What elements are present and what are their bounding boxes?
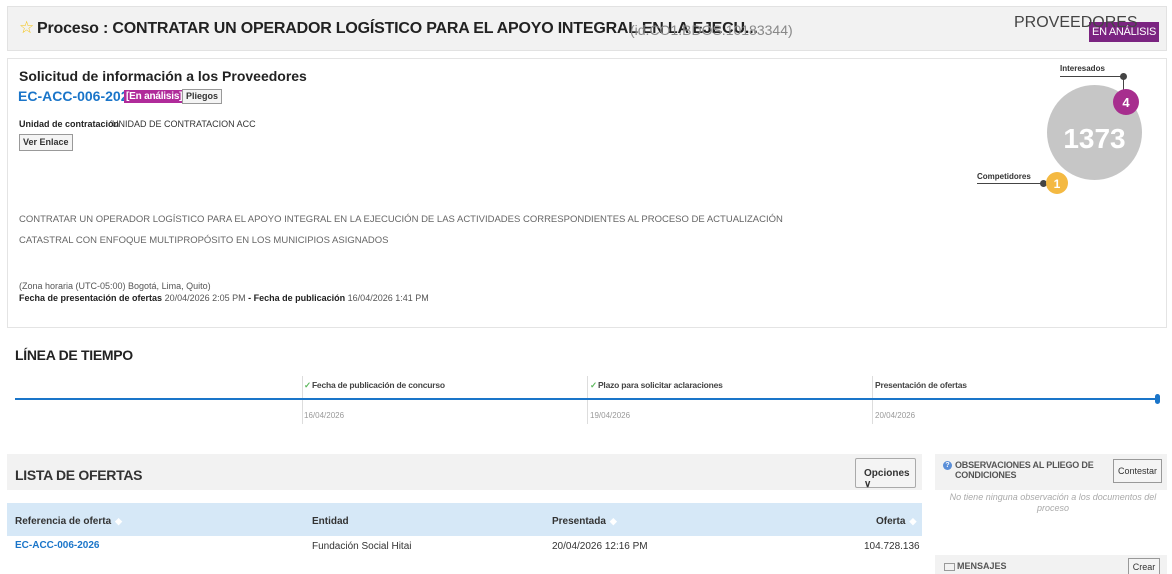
timeline-milestone-date: 19/04/2026 [590, 411, 631, 420]
options-dropdown-button[interactable]: Opciones ∨ [855, 458, 916, 490]
offer-date-label: Fecha de presentación de ofertas [19, 293, 163, 303]
interested-leader-line [1060, 76, 1124, 77]
timeline-milestone-label: Presentación de ofertas [875, 380, 967, 390]
column-header-reference[interactable]: Referencia de oferta ◆ [15, 516, 122, 527]
envelope-icon [944, 563, 955, 571]
timeline-milestone-date: 20/04/2026 [875, 411, 916, 420]
offer-submitted: 20/04/2026 12:16 PM [552, 541, 648, 552]
offer-entity: Fundación Social Hitai [312, 541, 412, 552]
timeline-separator [872, 376, 873, 424]
offer-date-value: 20/04/2026 2:05 PM [164, 293, 246, 303]
chevron-down-icon: ∨ [864, 479, 872, 490]
column-header-amount[interactable]: Oferta ◆ [876, 516, 916, 527]
rfi-title: Solicitud de información a los Proveedor… [19, 68, 307, 84]
options-label: Opciones [864, 468, 910, 479]
column-header-entity: Entidad [312, 516, 349, 527]
providers-title: PROVEEDORES [1014, 14, 1138, 31]
sort-icon[interactable]: ◆ [115, 516, 122, 526]
unit-label: Unidad de contratación [19, 119, 120, 129]
dates-separator: - [245, 293, 254, 303]
competitors-bubble[interactable]: 1 [1046, 172, 1068, 194]
column-header-submitted[interactable]: Presentada ◆ [552, 516, 617, 527]
observations-empty-text: No tiene ninguna observación a los docum… [949, 492, 1157, 513]
timeline-end-marker [1155, 394, 1160, 404]
offer-amount: 104.728.136 [864, 541, 920, 552]
inline-status-badge: [En análisis] [124, 90, 185, 103]
sort-icon[interactable]: ◆ [610, 516, 617, 526]
timeline-title: LÍNEA DE TIEMPO [15, 347, 133, 363]
interested-bubble[interactable]: 4 [1113, 89, 1139, 115]
competitors-leader-line [977, 183, 1043, 184]
providers-total-value: 1373 [1063, 123, 1126, 154]
process-description: CONTRATAR UN OPERADOR LOGÍSTICO PARA EL … [19, 214, 783, 246]
offers-list-title: LISTA DE OFERTAS [15, 467, 143, 483]
sort-icon[interactable]: ◆ [909, 516, 916, 526]
timeline-milestone-label: ✓Plazo para solicitar aclaraciones [590, 380, 723, 390]
offer-reference-link[interactable]: EC-ACC-006-2026 [15, 540, 99, 551]
timeline-separator [587, 376, 588, 424]
process-id: (id.CO1.BDOS.10183344) [630, 22, 793, 38]
process-header: ☆ Proceso : CONTRATAR UN OPERADOR LOGÍST… [7, 6, 1167, 51]
unit-value: UNIDAD DE CONTRATACION ACC [112, 119, 256, 129]
dates-line: Fecha de presentación de ofertas 20/04/2… [19, 293, 429, 303]
star-icon[interactable]: ☆ [19, 19, 34, 36]
competitors-label: Competidores [977, 172, 1031, 181]
crear-button[interactable]: Crear [1128, 558, 1160, 574]
help-icon: ? [943, 461, 952, 470]
timezone-text: (Zona horaria (UTC-05:00) Bogotá, Lima, … [19, 281, 211, 291]
pliegos-button[interactable]: Pliegos [182, 89, 223, 104]
publish-date-label: Fecha de publicación [253, 293, 346, 303]
reference-link[interactable]: EC-ACC-006-2026 [18, 88, 136, 104]
check-icon: ✓ [304, 380, 311, 390]
timeline-separator [302, 376, 303, 424]
check-icon: ✓ [590, 380, 597, 390]
interested-leader-dot [1120, 73, 1127, 80]
timeline-milestone-label: ✓Fecha de publicación de concurso [304, 380, 445, 390]
contestar-button[interactable]: Contestar [1113, 459, 1162, 483]
process-info-panel: Solicitud de información a los Proveedor… [7, 58, 1167, 328]
messages-title: MENSAJES [957, 561, 1007, 571]
offers-table-header: Referencia de oferta ◆ Entidad Presentada… [7, 503, 922, 536]
timeline-bar [15, 398, 1160, 400]
ver-enlace-button[interactable]: Ver Enlace [19, 134, 73, 151]
publish-date-value: 16/04/2026 1:41 PM [347, 293, 429, 303]
interested-label: Interesados [1060, 64, 1105, 73]
timeline-milestone-date: 16/04/2026 [304, 411, 345, 420]
offers-list-header: LISTA DE OFERTAS [7, 454, 922, 490]
observations-title: OBSERVACIONES AL PLIEGO DE CONDICIONES [955, 460, 1094, 480]
